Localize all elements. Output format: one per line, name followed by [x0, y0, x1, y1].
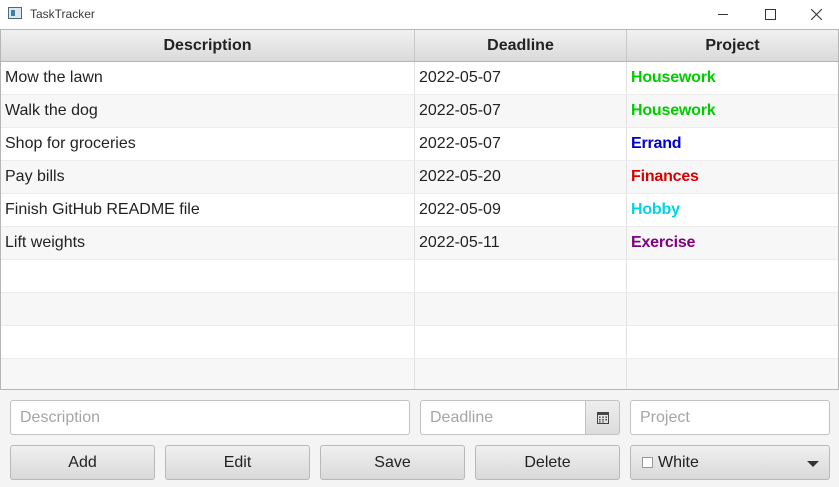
cell-project: Hobby — [631, 201, 680, 218]
deadline-input[interactable] — [420, 400, 586, 435]
cell-deadline — [415, 260, 627, 292]
cell-deadline — [415, 293, 627, 325]
cell-deadline: 2022-05-07 — [415, 95, 627, 127]
cell-deadline: 2022-05-07 — [415, 62, 627, 94]
cell-description: Finish GitHub README file — [1, 194, 415, 226]
cell-deadline: 2022-05-20 — [415, 161, 627, 193]
window-title: TaskTracker — [30, 7, 95, 21]
cell-deadline: 2022-05-11 — [415, 227, 627, 259]
table-row[interactable]: Mow the lawn 2022-05-07 Housework — [1, 62, 838, 95]
title-bar: TaskTracker — [0, 0, 839, 29]
cell-project: Exercise — [631, 234, 696, 251]
column-header-deadline[interactable]: Deadline — [415, 30, 627, 61]
minimize-icon[interactable] — [700, 0, 746, 29]
color-swatch — [642, 457, 653, 468]
table-row[interactable]: Finish GitHub README file 2022-05-09 Hobby — [1, 194, 838, 227]
cell-project — [627, 359, 838, 389]
maximize-icon[interactable] — [747, 0, 793, 29]
cell-description: Mow the lawn — [1, 62, 415, 94]
cell-description — [1, 326, 415, 358]
add-button[interactable]: Add — [10, 445, 155, 480]
cell-project: Housework — [631, 69, 716, 86]
column-header-description[interactable]: Description — [1, 30, 415, 61]
cell-description — [1, 293, 415, 325]
description-input[interactable] — [10, 400, 410, 435]
dropdown-arrow-icon — [807, 461, 819, 467]
empty-row[interactable] — [1, 326, 838, 359]
cell-description: Pay bills — [1, 161, 415, 193]
cell-deadline — [415, 359, 627, 389]
cell-deadline: 2022-05-07 — [415, 128, 627, 160]
table-row[interactable]: Shop for groceries 2022-05-07 Errand — [1, 128, 838, 161]
task-table[interactable]: Description Deadline Project Mow the law… — [0, 29, 839, 390]
color-picker-label: White — [658, 453, 699, 471]
column-header-project[interactable]: Project — [627, 30, 838, 61]
color-picker[interactable]: White — [630, 445, 830, 480]
cell-description: Shop for groceries — [1, 128, 415, 160]
save-button[interactable]: Save — [320, 445, 465, 480]
project-input[interactable] — [630, 400, 830, 435]
cell-project — [627, 260, 838, 292]
calendar-icon — [596, 411, 609, 424]
table-header: Description Deadline Project — [1, 30, 838, 62]
cell-description: Lift weights — [1, 227, 415, 259]
cell-project — [627, 293, 838, 325]
cell-project: Housework — [631, 102, 716, 119]
table-body: Mow the lawn 2022-05-07 Housework Walk the … — [1, 62, 838, 389]
app-icon — [8, 7, 22, 19]
table-row[interactable]: Lift weights 2022-05-11 Exercise — [1, 227, 838, 260]
edit-button[interactable]: Edit — [165, 445, 310, 480]
empty-row[interactable] — [1, 293, 838, 326]
cell-description — [1, 260, 415, 292]
cell-deadline — [415, 326, 627, 358]
cell-deadline: 2022-05-09 — [415, 194, 627, 226]
cell-description: Walk the dog — [1, 95, 415, 127]
calendar-button[interactable] — [585, 400, 620, 435]
empty-row[interactable] — [1, 260, 838, 293]
empty-row[interactable] — [1, 359, 838, 389]
cell-description — [1, 359, 415, 389]
table-row[interactable]: Pay bills 2022-05-20 Finances — [1, 161, 838, 194]
table-row[interactable]: Walk the dog 2022-05-07 Housework — [1, 95, 838, 128]
close-icon[interactable] — [793, 0, 839, 29]
cell-project — [627, 326, 838, 358]
delete-button[interactable]: Delete — [475, 445, 620, 480]
cell-project: Errand — [631, 135, 682, 152]
cell-project: Finances — [631, 168, 699, 185]
